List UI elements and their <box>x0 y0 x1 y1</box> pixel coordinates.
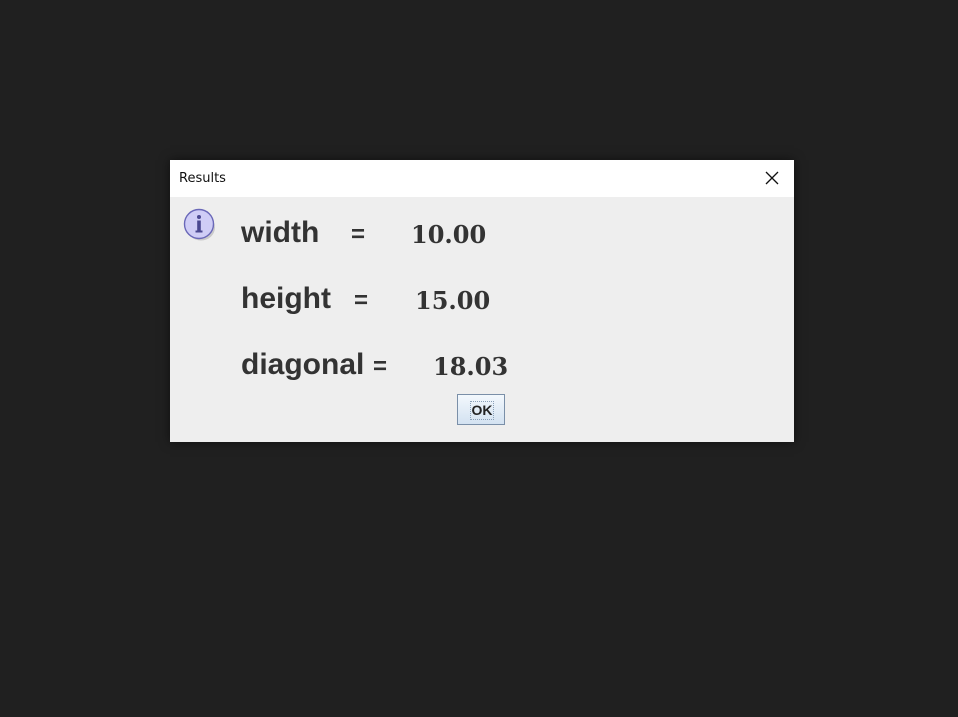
title-bar: Results <box>170 160 794 197</box>
height-label: height <box>241 282 331 315</box>
diagonal-row: diagonal = 18.03 <box>241 348 508 382</box>
diagonal-equals: = <box>373 353 388 380</box>
info-icon <box>183 208 215 241</box>
height-equals: = <box>354 287 369 314</box>
width-value: 10.00 <box>411 220 487 249</box>
width-label: width <box>241 216 320 249</box>
height-value: 15.00 <box>415 286 491 315</box>
width-equals: = <box>351 221 366 248</box>
diagonal-label: diagonal <box>241 348 365 381</box>
width-row: width = 10.00 <box>241 216 486 250</box>
diagonal-value: 18.03 <box>433 352 509 381</box>
close-icon <box>765 171 779 185</box>
ok-label: OK <box>471 402 493 418</box>
results-dialog: Results width = 10.00 height = 15.00 dia… <box>170 160 794 442</box>
height-row: height = 15.00 <box>241 282 490 316</box>
dialog-title: Results <box>179 171 226 186</box>
ok-button[interactable]: OK <box>457 394 505 425</box>
close-button[interactable] <box>750 160 794 197</box>
